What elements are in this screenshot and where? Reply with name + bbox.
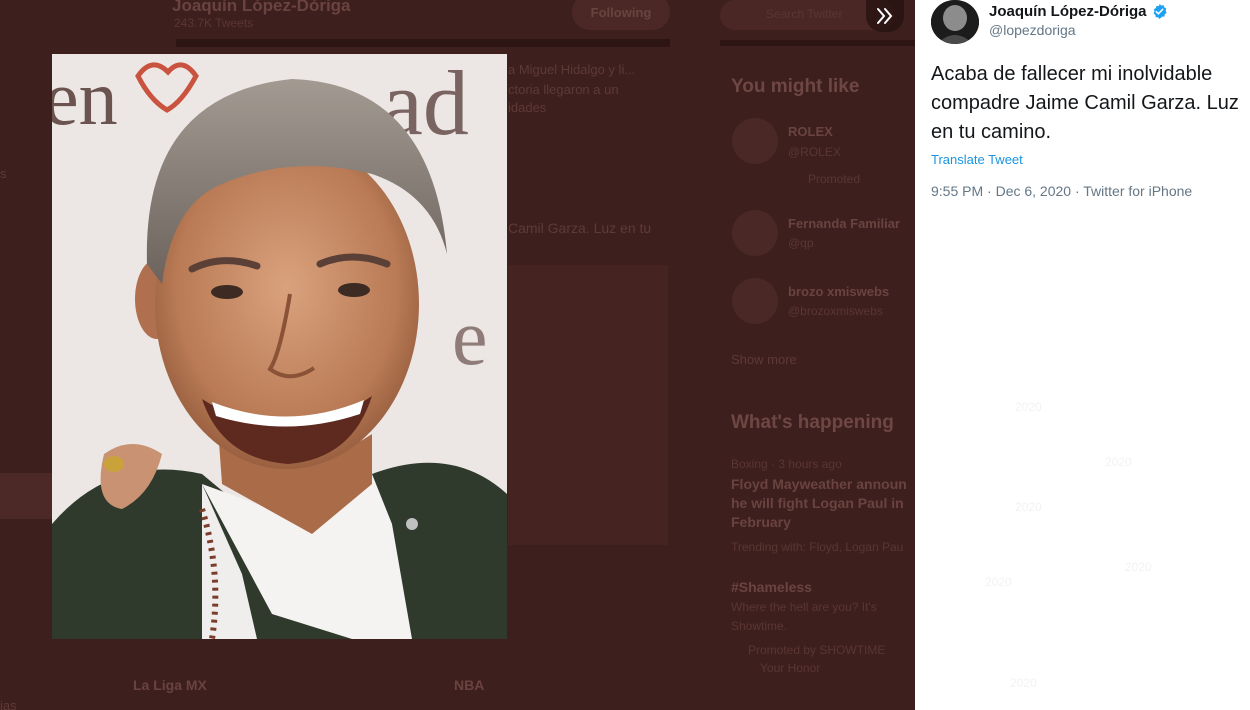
author-name[interactable]: Joaquín López-Dóriga xyxy=(989,3,1168,20)
bg-might-like-title: You might like xyxy=(731,76,860,97)
bg-trend-with: Trending with: Floyd, Logan Pau xyxy=(731,540,904,554)
bg-promoted-sub: Your Honor xyxy=(760,661,821,675)
bg-suggestion-avatar xyxy=(732,210,778,256)
bg-suggestion-promoted: Promoted xyxy=(808,172,861,186)
double-chevron-right-icon xyxy=(877,8,893,24)
bg-tab-la-liga[interactable]: La Liga MX xyxy=(133,677,207,693)
bg-profile-tweets: 243.7K Tweets xyxy=(174,16,254,30)
faint-artifact: 2020 xyxy=(1015,400,1042,414)
tweet-photo[interactable]: en ad e e xyxy=(52,54,507,639)
bg-following-button[interactable]: Following xyxy=(572,0,670,30)
bg-trend-meta: Boxing · 3 hours ago xyxy=(731,457,842,471)
bg-trend-headline-1[interactable]: Floyd Mayweather announ xyxy=(731,476,907,492)
author-avatar[interactable] xyxy=(931,0,979,44)
bg-snippet-4: Camil Garza. Luz en tu xyxy=(508,220,652,236)
tweet-text: Acaba de fallecer mi inolvidable compadr… xyxy=(931,63,1239,143)
bg-search-placeholder: Search Twitter xyxy=(766,7,843,21)
svg-text:en: en xyxy=(52,54,118,141)
bg-suggestion-handle: @ROLEX xyxy=(788,145,841,159)
author-avatar-image xyxy=(931,0,979,44)
bg-media-preview xyxy=(508,265,668,545)
bg-hashtag-sub-2: Showtime. xyxy=(731,619,788,633)
svg-text:e: e xyxy=(452,294,488,382)
bg-hashtag-sub-1: Where the hell are you? It's xyxy=(731,600,877,614)
bg-suggestion-avatar xyxy=(732,278,778,324)
bg-banner-strip xyxy=(176,39,670,47)
bg-search-underline xyxy=(720,40,915,46)
bg-suggestion-name: Fernanda Familiar xyxy=(788,216,900,231)
author-name-text: Joaquín López-Dóriga xyxy=(989,3,1147,20)
bg-show-more-link[interactable]: Show more xyxy=(731,352,797,367)
bg-nav-highlight xyxy=(0,473,52,519)
bg-trend-headline-2[interactable]: he will fight Logan Paul in xyxy=(731,495,904,511)
bg-snippet-3: idades xyxy=(508,100,547,115)
bg-left-edge-s: s xyxy=(0,166,7,181)
tweet-panel: Joaquín López-Dóriga @lopezdoriga Acaba … xyxy=(915,0,1250,710)
bg-profile-name: Joaquín López-Dóriga xyxy=(172,0,351,15)
bg-suggestion-handle: @brozoxmiswebs xyxy=(788,304,883,318)
faint-artifact: 2020 xyxy=(1105,455,1132,469)
bg-suggestion-avatar xyxy=(732,118,778,164)
bg-snippet-1: a Miguel Hidalgo y li... xyxy=(508,62,636,77)
verified-badge-icon xyxy=(1153,4,1167,19)
bg-left-edge-ias: ias xyxy=(0,698,17,710)
faint-artifact: 2020 xyxy=(1125,560,1152,574)
expand-panel-button[interactable] xyxy=(866,0,904,32)
bg-suggestion-name: ROLEX xyxy=(788,124,833,139)
faint-artifact: 2020 xyxy=(985,575,1012,589)
bg-hashtag[interactable]: #Shameless xyxy=(731,579,812,595)
faint-artifact: 2020 xyxy=(1010,676,1037,690)
translate-tweet-link[interactable]: Translate Tweet xyxy=(931,152,1023,167)
tweet-timestamp[interactable]: 9:55 PM · Dec 6, 2020 · Twitter for iPho… xyxy=(931,183,1192,199)
bg-suggestion-name: brozo xmiswebs xyxy=(788,284,890,299)
bg-happening-title: What's happening xyxy=(731,412,894,433)
bg-suggestion-handle: @qp xyxy=(788,236,814,250)
bg-snippet-2: ctoria llegaron a un xyxy=(508,82,619,97)
author-handle[interactable]: @lopezdoriga xyxy=(989,22,1076,38)
bg-promoted-by: Promoted by SHOWTIME xyxy=(748,643,886,657)
bg-trend-headline-3[interactable]: February xyxy=(731,514,791,530)
faint-artifact: 2020 xyxy=(1015,500,1042,514)
portrait-image: en ad e e xyxy=(52,54,507,639)
bg-tab-nba[interactable]: NBA xyxy=(454,677,484,693)
